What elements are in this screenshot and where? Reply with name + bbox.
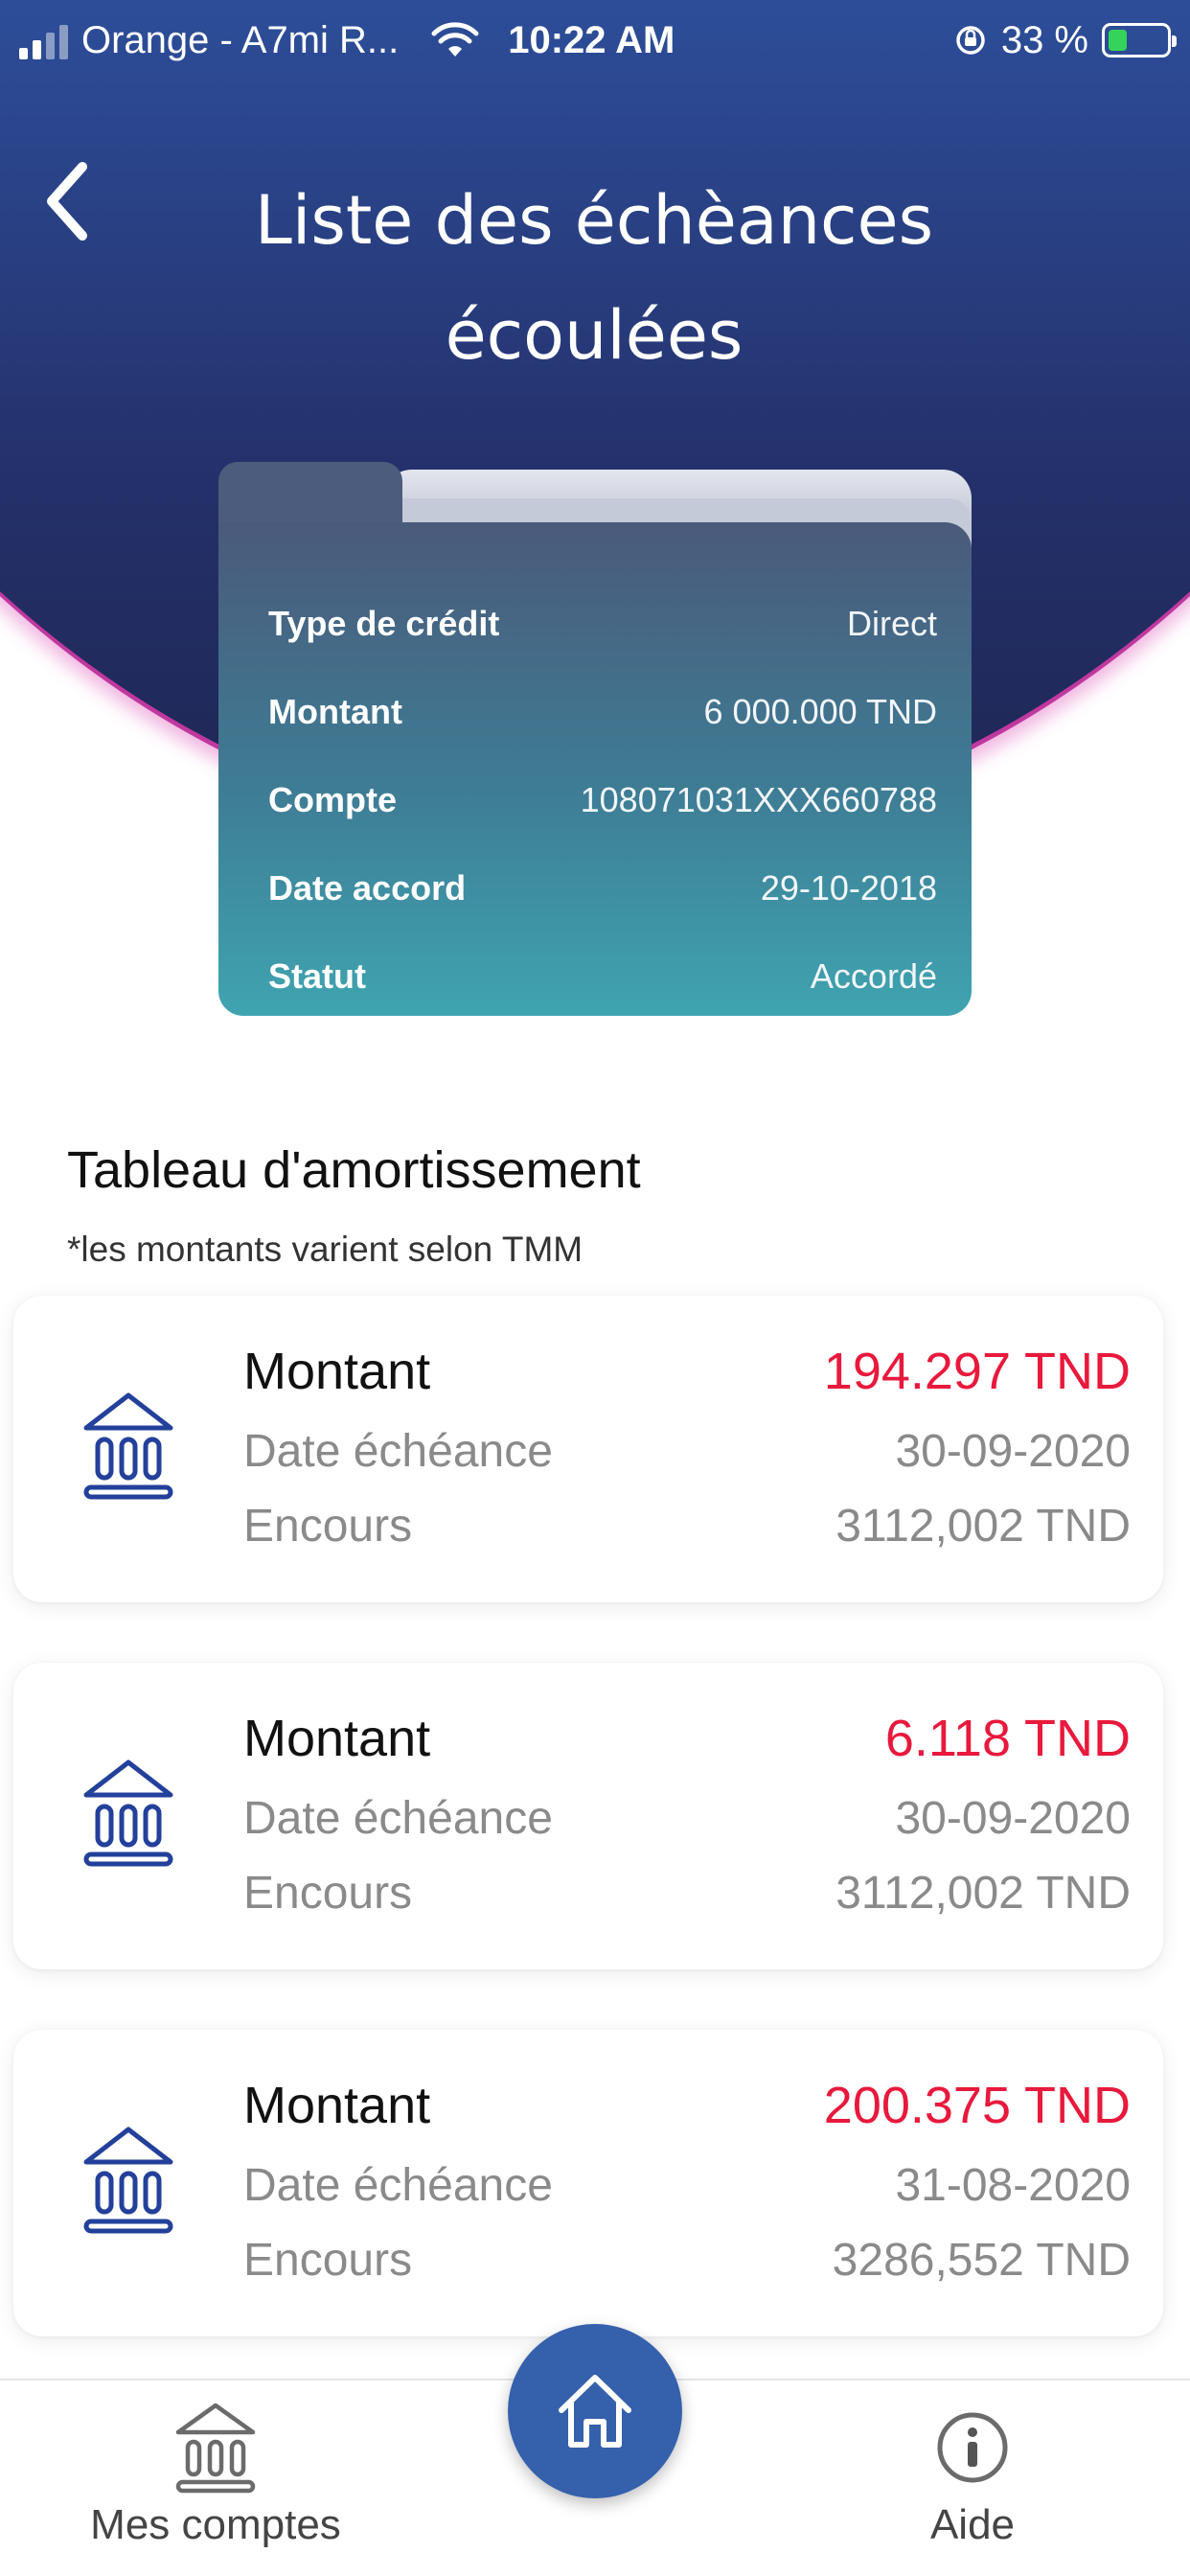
status-value: Accordé (810, 956, 937, 996)
amount-value: 6.118 TND (884, 1710, 1131, 1767)
signal-icon (19, 21, 68, 59)
amount-label: Montant (243, 1343, 431, 1400)
tab-aide[interactable]: Aide (824, 2400, 1121, 2549)
balance-row: Encours 3286,552 TND (243, 2234, 1131, 2287)
back-button[interactable] (36, 153, 103, 249)
screen: Orange - A7mi R... 10:22 AM 33 % Liste d… (0, 0, 1190, 2576)
amortization-note: *les montants varient selon TMM (67, 1230, 584, 1269)
credit-amount-value: 6 000.000 TND (703, 692, 938, 731)
due-date-row: Date échéance 30-09-2020 (243, 1425, 1131, 1478)
bank-icon (83, 1760, 173, 1867)
carrier-name: Orange - A7mi R... (81, 18, 400, 61)
tab-mes-comptes-label: Mes comptes (90, 2501, 341, 2548)
home-button[interactable] (508, 2324, 682, 2498)
balance-row: Encours 3112,002 TND (243, 1867, 1131, 1920)
amortization-title: Tableau d'amortissement (67, 1141, 641, 1199)
battery-fill (1109, 30, 1128, 51)
status-label: Statut (268, 956, 366, 996)
battery-percent: 33 % (1000, 18, 1088, 61)
balance-row: Encours 3112,002 TND (243, 1500, 1131, 1552)
bank-icon (83, 2127, 173, 2234)
tab-aide-label: Aide (929, 2501, 1016, 2548)
amount-value: 194.297 TND (823, 1343, 1131, 1400)
status-bar: Orange - A7mi R... 10:22 AM 33 % (0, 0, 1190, 80)
credit-type-label: Type de crédit (268, 604, 500, 643)
agreement-date-value: 29-10-2018 (760, 868, 937, 908)
status-row: Statut Accordé (268, 932, 937, 1021)
agreement-date-row: Date accord 29-10-2018 (268, 844, 937, 932)
amount-row: Montant 194.297 TND (243, 1342, 1131, 1401)
due-date-value: 31-08-2020 (895, 2160, 1131, 2211)
due-date-row: Date échéance 30-09-2020 (243, 1792, 1131, 1845)
due-date-value: 30-09-2020 (895, 1426, 1131, 1477)
credit-details-card: Type de crédit Direct Montant 6 000.000 … (218, 522, 972, 1016)
page-title-line1: Liste des échèances (254, 181, 934, 260)
account-row: Compte 108071031XXX660788 (268, 756, 937, 844)
battery-icon (1102, 23, 1177, 58)
due-date-label: Date échéance (243, 2160, 553, 2211)
bank-icon (175, 2403, 256, 2494)
amount-row: Montant 6.118 TND (243, 1709, 1131, 1768)
amount-label: Montant (243, 2077, 431, 2134)
orientation-lock-icon (956, 26, 985, 55)
credit-type-row: Type de crédit Direct (268, 580, 937, 668)
account-label: Compte (268, 780, 397, 819)
tab-mes-comptes[interactable]: Mes comptes (57, 2400, 374, 2549)
due-date-label: Date échéance (243, 1426, 553, 1477)
home-icon (559, 2375, 631, 2448)
amount-label: Montant (243, 1710, 431, 1767)
balance-label: Encours (243, 1868, 413, 1919)
balance-value: 3112,002 TND (835, 1501, 1131, 1552)
chevron-left-icon (47, 162, 87, 241)
credit-amount-row: Montant 6 000.000 TND (268, 668, 937, 756)
due-date-label: Date échéance (243, 1793, 553, 1844)
account-value: 108071031XXX660788 (580, 780, 937, 819)
status-time: 10:22 AM (508, 18, 675, 61)
info-icon (937, 2412, 1008, 2483)
installment-card[interactable]: Montant 6.118 TND Date échéance 30-09-20… (13, 1663, 1163, 1969)
bank-icon (83, 1392, 173, 1500)
agreement-date-label: Date accord (268, 868, 467, 908)
page-title-line2: écoulées (445, 296, 744, 375)
installment-card[interactable]: Montant 200.375 TND Date échéance 31-08-… (13, 2030, 1163, 2336)
due-date-value: 30-09-2020 (895, 1793, 1131, 1844)
installment-card[interactable]: Montant 194.297 TND Date échéance 30-09-… (13, 1296, 1163, 1602)
due-date-row: Date échéance 31-08-2020 (243, 2159, 1131, 2212)
credit-amount-label: Montant (268, 692, 402, 731)
wifi-icon (431, 22, 479, 57)
amount-row: Montant 200.375 TND (243, 2076, 1131, 2135)
credit-type-value: Direct (846, 604, 937, 643)
page-title: Liste des échèances écoulées (192, 163, 996, 393)
balance-value: 3112,002 TND (835, 1868, 1131, 1919)
balance-label: Encours (243, 1501, 413, 1552)
balance-value: 3286,552 TND (832, 2235, 1131, 2286)
amount-value: 200.375 TND (823, 2077, 1131, 2134)
balance-label: Encours (243, 2235, 413, 2286)
